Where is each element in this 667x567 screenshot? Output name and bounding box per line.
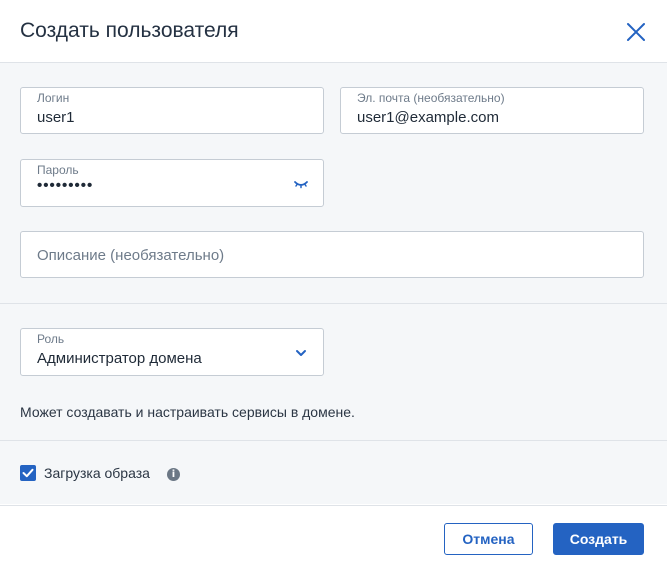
- image-upload-label[interactable]: Загрузка образа: [44, 465, 150, 481]
- role-label: Роль: [37, 332, 65, 346]
- cancel-button[interactable]: Отмена: [444, 523, 533, 555]
- email-value[interactable]: user1@example.com: [357, 109, 499, 126]
- description-field[interactable]: Описание (необязательно): [20, 231, 644, 278]
- close-icon: [627, 23, 645, 41]
- close-button[interactable]: [624, 20, 648, 44]
- role-description: Может создавать и настраивать сервисы в …: [20, 404, 355, 420]
- image-upload-checkbox[interactable]: [20, 465, 36, 481]
- email-label: Эл. почта (необязательно): [357, 91, 505, 105]
- dialog-title: Создать пользователя: [20, 19, 239, 42]
- password-label: Пароль: [37, 163, 79, 177]
- role-dropdown-toggle[interactable]: [293, 345, 309, 361]
- section-divider: [0, 303, 667, 304]
- role-select[interactable]: Роль Администратор домена: [20, 328, 324, 376]
- login-value[interactable]: user1: [37, 109, 75, 126]
- email-field[interactable]: Эл. почта (необязательно) user1@example.…: [340, 87, 644, 134]
- dialog-body: Логин user1 Эл. почта (необязательно) us…: [0, 63, 667, 504]
- create-user-dialog: Создать пользователя Логин user1 Эл. поч…: [0, 0, 667, 567]
- password-field[interactable]: Пароль •••••••••: [20, 159, 324, 207]
- password-value[interactable]: •••••••••: [37, 177, 93, 194]
- dialog-header: Создать пользователя: [0, 0, 667, 63]
- login-field[interactable]: Логин user1: [20, 87, 324, 134]
- info-icon[interactable]: i: [167, 468, 180, 481]
- password-visibility-toggle[interactable]: [293, 176, 309, 192]
- section-divider: [0, 440, 667, 441]
- role-value[interactable]: Администратор домена: [37, 350, 202, 367]
- description-placeholder[interactable]: Описание (необязательно): [37, 247, 224, 264]
- chevron-down-icon: [296, 350, 306, 356]
- checkmark-icon: [22, 468, 34, 478]
- eye-closed-icon: [294, 181, 308, 189]
- create-button[interactable]: Создать: [553, 523, 644, 555]
- dialog-footer: Отмена Создать: [0, 505, 667, 567]
- login-label: Логин: [37, 91, 70, 105]
